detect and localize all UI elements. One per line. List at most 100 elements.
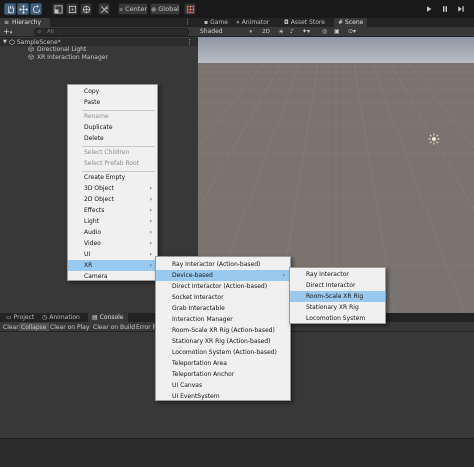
menu-item-select-prefab-root[interactable]: Select Prefab Root bbox=[68, 158, 157, 169]
menu-item-select-children[interactable]: Select Children bbox=[68, 147, 157, 158]
device-based-submenu: Ray Interactor Direct Interactor Room-Sc… bbox=[289, 267, 386, 324]
play-icon bbox=[427, 6, 432, 12]
hierarchy-search-input[interactable]: ⌕ All bbox=[34, 28, 189, 36]
hierarchy-item-label: XR Interaction Manager bbox=[37, 53, 108, 61]
menu-item-paste[interactable]: Paste bbox=[68, 97, 157, 108]
menu-item-device-based[interactable]: Device-based › bbox=[156, 270, 290, 281]
tab-scene[interactable]: # Scene bbox=[334, 18, 368, 27]
clear-on-play-toggle[interactable]: Clear on Play bbox=[48, 323, 92, 331]
tab-game[interactable]: ▪ Game bbox=[200, 18, 232, 27]
menu-item-audio[interactable]: Audio › bbox=[68, 227, 157, 238]
menu-item-ray-interactor[interactable]: Ray Interactor bbox=[290, 269, 385, 280]
menu-item-3d-object[interactable]: 3D Object › bbox=[68, 183, 157, 194]
submenu-arrow-icon: › bbox=[149, 262, 152, 269]
pivot-toggle[interactable]: Center bbox=[118, 3, 148, 15]
space-toggle[interactable]: Global bbox=[150, 3, 180, 15]
menu-item-direct-interactor-action[interactable]: Direct Interactor (Action-based) bbox=[156, 281, 290, 292]
menu-item-locomotion-system-action[interactable]: Locomotion System (Action-based) bbox=[156, 347, 290, 358]
menu-item-teleportation-area[interactable]: Teleportation Area bbox=[156, 358, 290, 369]
grid-snap-button[interactable] bbox=[184, 3, 196, 15]
status-bar bbox=[0, 438, 474, 467]
menu-item-create-empty[interactable]: Create Empty bbox=[68, 172, 157, 183]
menu-item-rename[interactable]: Rename bbox=[68, 111, 157, 122]
scene-toolbar: Shaded ▾ 2D ☀ ♪ ✦▾ ◎ ▣ ⊙▾ bbox=[198, 27, 474, 37]
chevron-down-icon: ▾ bbox=[249, 29, 252, 35]
play-button[interactable] bbox=[422, 3, 436, 15]
grid-snap-icon bbox=[186, 5, 194, 13]
menu-item-locomotion-system[interactable]: Locomotion System bbox=[290, 313, 385, 324]
scene-tabbar: ▪ Game ⋄ Animator ◘ Asset Store # Scene bbox=[198, 18, 474, 27]
menu-item-duplicate[interactable]: Duplicate bbox=[68, 122, 157, 133]
search-placeholder: All bbox=[47, 29, 54, 35]
hidden-objects-icon[interactable]: ◎ bbox=[322, 28, 332, 36]
menu-item-stationary-rig-action[interactable]: Stationary XR Rig (Action-based) bbox=[156, 336, 290, 347]
menu-item-effects[interactable]: Effects › bbox=[68, 205, 157, 216]
directional-light-gizmo-icon[interactable] bbox=[428, 133, 440, 145]
menu-item-ui[interactable]: UI › bbox=[68, 249, 157, 260]
expand-arrow-icon: ▼ bbox=[3, 39, 7, 45]
camera-settings-icon[interactable]: ▣ bbox=[334, 28, 344, 36]
menu-item-ui-canvas[interactable]: UI Canvas bbox=[156, 380, 290, 391]
create-plus-icon[interactable]: +▾ bbox=[3, 27, 17, 37]
submenu-arrow-icon: › bbox=[149, 185, 152, 192]
hierarchy-item[interactable]: XR Interaction Manager bbox=[28, 53, 108, 61]
menu-item-direct-interactor[interactable]: Direct Interactor bbox=[290, 280, 385, 291]
menu-item-delete[interactable]: Delete bbox=[68, 133, 157, 144]
menu-item-light[interactable]: Light › bbox=[68, 216, 157, 227]
tab-console[interactable]: ▤ Console bbox=[88, 313, 128, 322]
shading-mode-dropdown[interactable]: Shaded ▾ bbox=[200, 28, 254, 36]
menu-item-room-scale-rig-action[interactable]: Room-Scale XR Rig (Action-based) bbox=[156, 325, 290, 336]
move-tool-button[interactable] bbox=[17, 3, 29, 15]
menu-item-teleportation-anchor[interactable]: Teleportation Anchor bbox=[156, 369, 290, 380]
hand-tool-button[interactable] bbox=[4, 3, 16, 15]
submenu-arrow-icon: › bbox=[149, 251, 152, 258]
transform-tool-button[interactable] bbox=[80, 3, 92, 15]
clear-on-build-toggle[interactable]: Clear on Build bbox=[91, 323, 137, 331]
menu-item-grab-interactable[interactable]: Grab Interactable bbox=[156, 303, 290, 314]
game-controller-icon: ▪ bbox=[204, 19, 209, 26]
step-button[interactable] bbox=[454, 3, 468, 15]
clear-button[interactable]: Clear bbox=[1, 323, 21, 331]
scale-tool-button[interactable] bbox=[52, 3, 64, 15]
hand-tool-icon bbox=[7, 5, 14, 14]
submenu-arrow-icon: › bbox=[149, 240, 152, 247]
scene-menu-icon[interactable]: ⋮ bbox=[186, 38, 193, 46]
audio-toggle-icon[interactable]: ♪ bbox=[290, 28, 298, 36]
gameobject-cube-icon bbox=[28, 46, 34, 52]
transform-tool-icon bbox=[82, 5, 90, 13]
rotate-tool-button[interactable] bbox=[30, 3, 42, 15]
2d-toggle-button[interactable]: 2D bbox=[260, 28, 272, 36]
tab-animator[interactable]: ⋄ Animator bbox=[232, 18, 273, 27]
menu-item-interaction-manager[interactable]: Interaction Manager bbox=[156, 314, 290, 325]
tab-asset-store[interactable]: ◘ Asset Store bbox=[280, 18, 329, 27]
tab-project[interactable]: ▭ Project bbox=[2, 313, 38, 322]
menu-item-copy[interactable]: Copy bbox=[68, 86, 157, 97]
submenu-arrow-icon: › bbox=[149, 207, 152, 214]
menu-item-camera[interactable]: Camera bbox=[68, 271, 157, 282]
hierarchy-item-label: Directional Light bbox=[37, 45, 87, 53]
submenu-arrow-icon: › bbox=[149, 218, 152, 225]
menu-item-ray-interactor-action[interactable]: Ray Interactor (Action-based) bbox=[156, 259, 290, 270]
tab-hierarchy[interactable]: ≡ Hierarchy bbox=[0, 18, 50, 27]
gizmos-icon[interactable]: ⊙▾ bbox=[348, 28, 360, 36]
collapse-toggle[interactable]: Collapse bbox=[19, 323, 49, 331]
menu-item-2d-object[interactable]: 2D Object › bbox=[68, 194, 157, 205]
menu-item-room-scale-xr-rig[interactable]: Room-Scale XR Rig bbox=[290, 291, 385, 302]
animation-clock-icon: ◷ bbox=[42, 314, 48, 321]
menu-item-socket-interactor[interactable]: Socket Interactor bbox=[156, 292, 290, 303]
rect-tool-button[interactable] bbox=[66, 3, 78, 15]
menu-item-ui-eventsystem[interactable]: UI EventSystem bbox=[156, 391, 290, 402]
custom-tool-button[interactable] bbox=[98, 3, 110, 15]
search-icon: ⌕ bbox=[38, 28, 42, 35]
menu-item-stationary-xr-rig[interactable]: Stationary XR Rig bbox=[290, 302, 385, 313]
hierarchy-item[interactable]: Directional Light bbox=[28, 45, 86, 53]
pause-button[interactable] bbox=[438, 3, 452, 15]
menu-item-xr[interactable]: XR › bbox=[68, 260, 157, 271]
console-icon: ▤ bbox=[92, 314, 98, 321]
menu-item-video[interactable]: Video › bbox=[68, 238, 157, 249]
hierarchy-tabbar: ≡ Hierarchy ⋮ bbox=[0, 18, 198, 27]
effects-toggle-icon[interactable]: ✦▾ bbox=[302, 28, 318, 36]
panel-menu-icon[interactable]: ⋮ bbox=[184, 18, 194, 27]
tab-animation[interactable]: ◷ Animation bbox=[38, 313, 84, 322]
lighting-toggle-icon[interactable]: ☀ bbox=[278, 28, 286, 36]
